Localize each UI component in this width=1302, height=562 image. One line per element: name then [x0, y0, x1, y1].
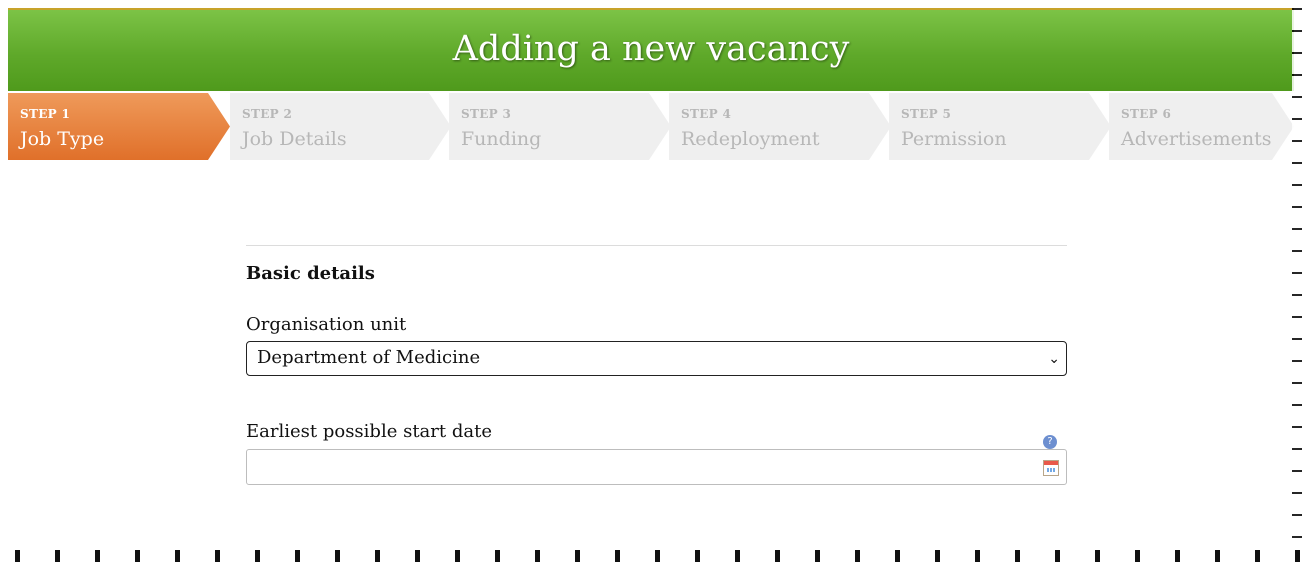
- step-2[interactable]: STEP 2 Job Details: [230, 93, 451, 160]
- form-section: Basic details Organisation unit Departme…: [246, 245, 1067, 554]
- step-number: STEP 1: [20, 107, 71, 121]
- start-date-input[interactable]: [246, 449, 1067, 485]
- org-unit-select[interactable]: Department of Medicine ⌄: [246, 341, 1067, 376]
- step-number: STEP 3: [461, 107, 512, 121]
- chevron-down-icon: ⌄: [1048, 351, 1060, 367]
- torn-right-edge: [1292, 0, 1302, 562]
- start-date-label: Earliest possible start date: [246, 421, 492, 442]
- step-label: Advertisements: [1121, 128, 1272, 150]
- step-label: Job Details: [242, 128, 347, 150]
- torn-bottom-edge: [0, 550, 1302, 562]
- wizard-steps: STEP 1 Job Type STEP 2 Job Details STEP …: [8, 93, 1294, 160]
- help-icon[interactable]: ?: [1043, 435, 1057, 449]
- page-header: Adding a new vacancy: [8, 8, 1294, 91]
- step-1[interactable]: STEP 1 Job Type: [8, 93, 230, 160]
- section-title: Basic details: [246, 263, 375, 284]
- step-label: Redeployment: [681, 128, 820, 150]
- calendar-icon[interactable]: [1043, 460, 1059, 476]
- step-label: Permission: [901, 128, 1007, 150]
- step-4[interactable]: STEP 4 Redeployment: [669, 93, 891, 160]
- step-6[interactable]: STEP 6 Advertisements: [1109, 93, 1294, 160]
- step-3[interactable]: STEP 3 Funding: [449, 93, 671, 160]
- top-divider: [246, 245, 1067, 246]
- org-unit-value: Department of Medicine: [257, 347, 481, 368]
- page-frame: Adding a new vacancy STEP 1 Job Type STE…: [8, 8, 1294, 554]
- step-number: STEP 2: [242, 107, 293, 121]
- org-unit-label: Organisation unit: [246, 314, 407, 335]
- step-label: Funding: [461, 128, 542, 150]
- page-title: Adding a new vacancy: [452, 29, 850, 69]
- step-label: Job Type: [20, 128, 105, 150]
- step-number: STEP 5: [901, 107, 952, 121]
- step-number: STEP 4: [681, 107, 732, 121]
- step-number: STEP 6: [1121, 107, 1172, 121]
- step-5[interactable]: STEP 5 Permission: [889, 93, 1111, 160]
